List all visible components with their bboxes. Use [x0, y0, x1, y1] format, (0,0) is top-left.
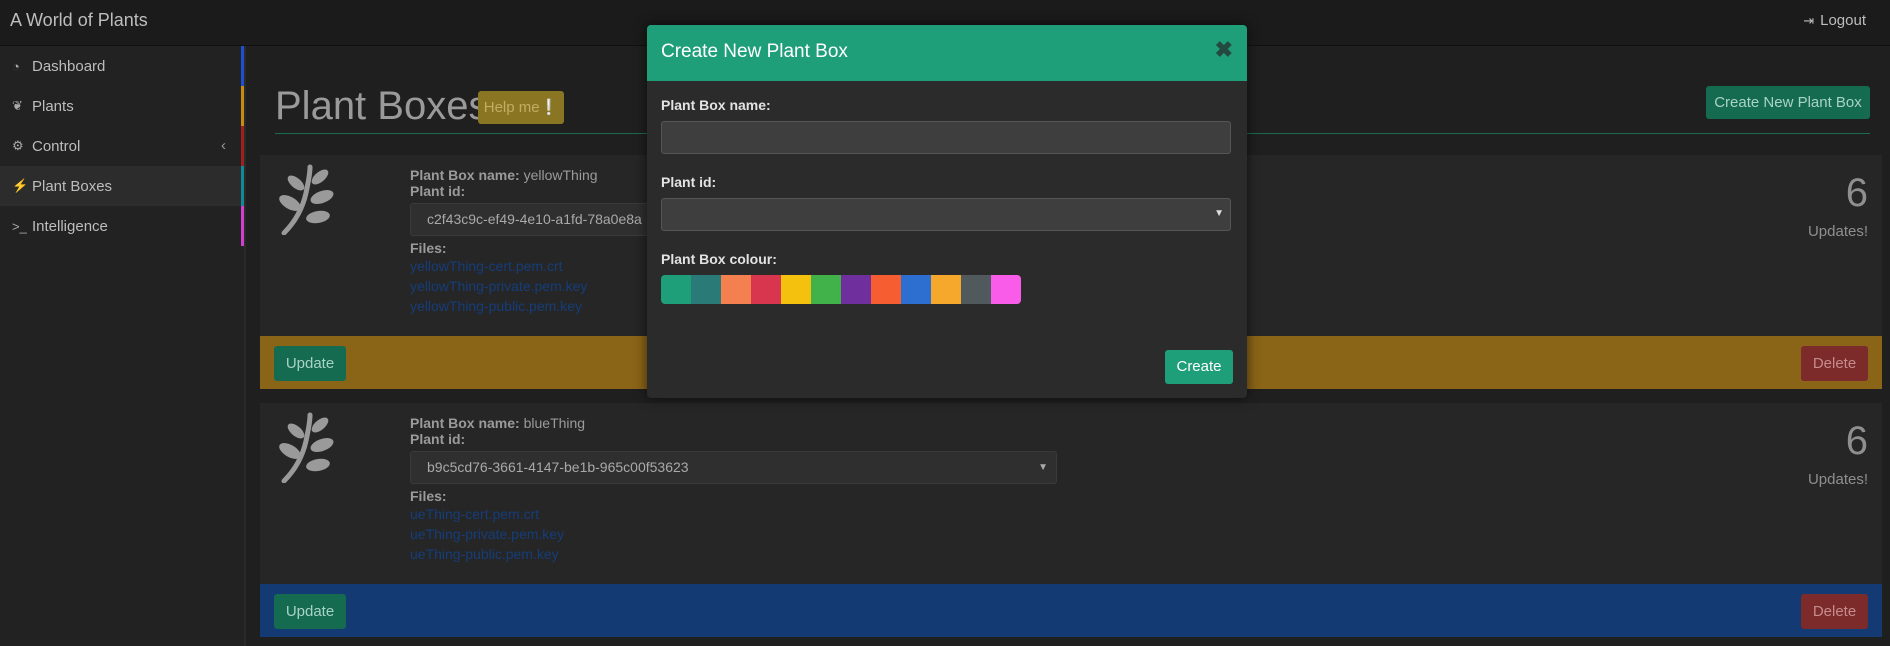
create-button[interactable]: Create [1165, 350, 1233, 384]
dashboard-icon: ◔ [12, 58, 20, 74]
sidebar-item-label: Plants [32, 97, 74, 115]
terminal-icon: >_ [12, 218, 27, 234]
colour-swatch[interactable] [781, 275, 811, 304]
files-label: Files: [410, 488, 447, 504]
sidebar-item-plant-boxes[interactable]: ⚡ Plant Boxes [0, 166, 244, 206]
leaf-icon [279, 164, 334, 235]
colour-swatch[interactable] [991, 275, 1021, 304]
caret-down-icon: ▼ [1038, 462, 1048, 473]
plant-box-name-label: Plant Box name: [661, 97, 771, 113]
plant-id-label: Plant id: [661, 174, 717, 190]
plant-box-info: Plant Box name: blueThing Plant id: b9c5… [410, 415, 1057, 564]
modal-title: Create New Plant Box [661, 41, 848, 62]
sidebar-item-label: Plant Boxes [32, 177, 113, 195]
file-link[interactable]: ueThing-cert.pem.crt [410, 504, 1057, 524]
colour-swatch[interactable] [901, 275, 931, 304]
modal-header: Create New Plant Box ✖ [647, 25, 1247, 81]
sidebar-item-intelligence[interactable]: >_ Intelligence [0, 206, 244, 246]
logout-label: Logout [1820, 12, 1866, 29]
file-link[interactable]: ueThing-private.pem.key [410, 524, 1057, 544]
update-count: 6 [1845, 171, 1868, 215]
card-footer: Update Delete [260, 584, 1882, 637]
close-icon[interactable]: ✖ [1215, 37, 1233, 63]
sidebar: ◔ Dashboard ❦ Plants ⚙ Control ‹ ⚡ Plant… [0, 46, 246, 646]
plant-box-name: yellowThing [523, 167, 598, 183]
colour-swatch[interactable] [961, 275, 991, 304]
sidebar-item-label: Control [32, 137, 81, 155]
gears-icon: ⚙ [12, 138, 24, 153]
leaf-icon: ❦ [12, 98, 23, 113]
sidebar-item-dashboard[interactable]: ◔ Dashboard [0, 46, 244, 86]
colour-swatch[interactable] [751, 275, 781, 304]
updates-label: Updates! [1807, 471, 1868, 488]
plant-id-value: b9c5cd76-3661-4147-be1b-965c00f53623 [427, 459, 689, 475]
plant-id-select[interactable]: ▼ [661, 198, 1231, 231]
sidebar-color-bar [241, 166, 244, 206]
caret-down-icon: ▼ [1214, 208, 1224, 219]
update-button[interactable]: Update [274, 594, 346, 629]
delete-button[interactable]: Delete [1801, 594, 1868, 629]
colour-swatch[interactable] [841, 275, 871, 304]
sign-out-icon: ⇥ [1803, 13, 1815, 28]
app-title[interactable]: A World of Plants [10, 10, 148, 31]
colour-swatch[interactable] [811, 275, 841, 304]
colour-swatch[interactable] [661, 275, 691, 304]
colour-swatch[interactable] [871, 275, 901, 304]
plant-box-name: blueThing [523, 415, 586, 431]
create-plant-box-button[interactable]: Create New Plant Box [1706, 86, 1870, 119]
plant-id-select[interactable]: b9c5cd76-3661-4147-be1b-965c00f53623 ▼ [410, 451, 1057, 484]
leaf-icon [279, 412, 334, 483]
help-button[interactable]: Help me❕ [478, 91, 564, 124]
updates-label: Updates! [1807, 223, 1868, 240]
sidebar-item-control[interactable]: ⚙ Control ‹ [0, 126, 244, 166]
logout-button[interactable]: ⇥ Logout [1803, 12, 1866, 29]
file-link[interactable]: ueThing-public.pem.key [410, 544, 1057, 564]
sidebar-color-bar [241, 86, 244, 126]
name-label: Plant Box name: [410, 167, 520, 183]
plant-box-name-input[interactable] [661, 121, 1231, 154]
colour-swatch[interactable] [691, 275, 721, 304]
sidebar-color-bar [241, 126, 244, 166]
update-count: 6 [1845, 419, 1868, 463]
colour-swatch[interactable] [931, 275, 961, 304]
colour-picker [661, 275, 1021, 304]
plug-icon: ⚡ [12, 178, 29, 193]
update-button[interactable]: Update [274, 346, 346, 381]
page-title: Plant Boxes [275, 84, 489, 128]
plant-box-colour-label: Plant Box colour: [661, 251, 777, 267]
sidebar-item-label: Dashboard [32, 57, 106, 75]
create-plant-box-modal: Create New Plant Box ✖ Plant Box name: P… [647, 25, 1247, 398]
colour-swatch[interactable] [721, 275, 751, 304]
plant-id-value: c2f43c9c-ef49-4e10-a1fd-78a0e8a [427, 211, 642, 227]
modal-body: Plant Box name: Plant id: ▼ Plant Box co… [647, 81, 1247, 398]
sidebar-item-plants[interactable]: ❦ Plants [0, 86, 244, 126]
sidebar-color-bar [241, 46, 244, 86]
plant-id-label: Plant id: [410, 431, 466, 447]
delete-button[interactable]: Delete [1801, 346, 1868, 381]
plant-box-card: Plant Box name: blueThing Plant id: b9c5… [260, 403, 1882, 637]
chevron-left-icon: ‹ [221, 137, 226, 154]
sidebar-item-label: Intelligence [32, 217, 108, 235]
name-label: Plant Box name: [410, 415, 520, 431]
sidebar-color-bar [241, 206, 244, 246]
